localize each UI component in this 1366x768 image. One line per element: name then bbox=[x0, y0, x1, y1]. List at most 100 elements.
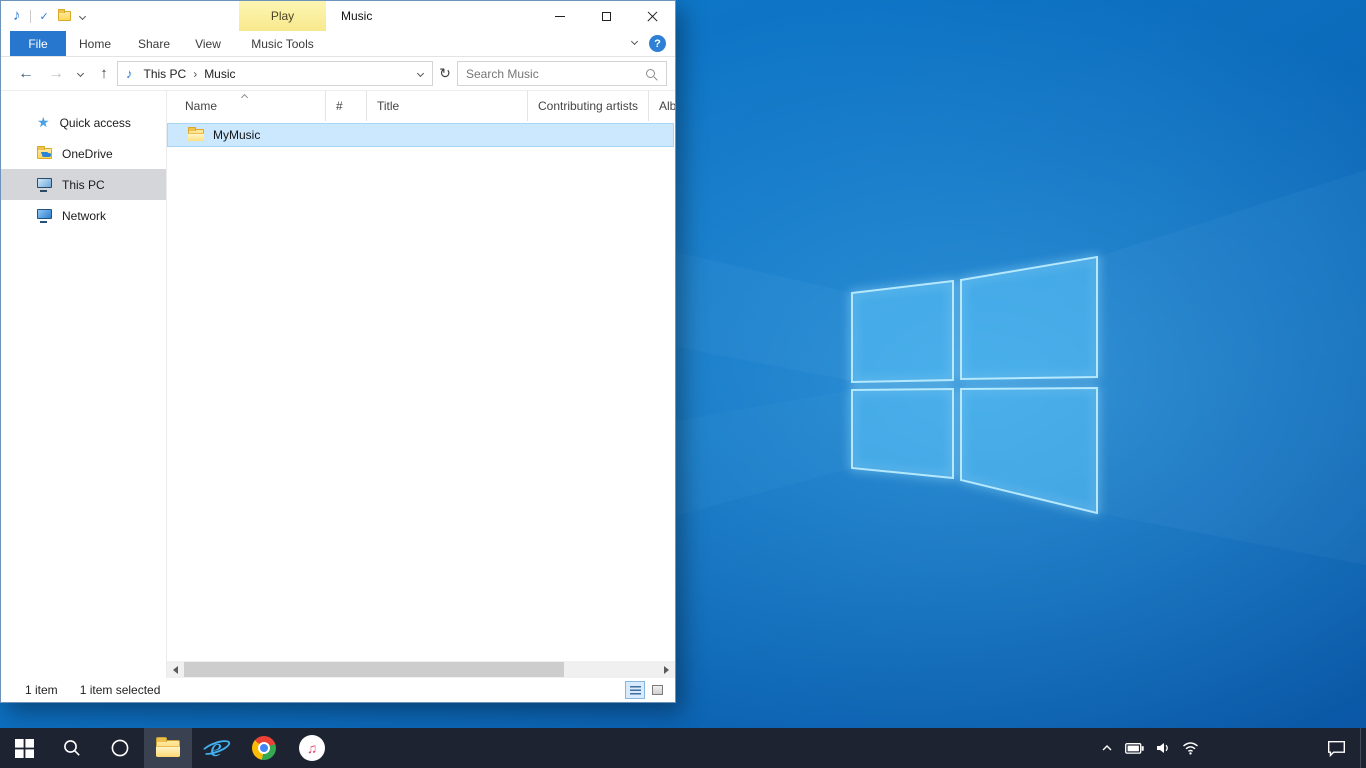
large-icons-view-icon bbox=[652, 685, 663, 695]
toolbar-separator bbox=[30, 10, 31, 23]
file-list-pane: Name # Title Contributing artists Alb bbox=[167, 91, 675, 678]
sidebar-item-label: This PC bbox=[62, 178, 105, 192]
column-headers: Name # Title Contributing artists Alb bbox=[167, 91, 675, 121]
speaker-icon bbox=[1155, 740, 1171, 756]
action-center-icon bbox=[1327, 740, 1346, 757]
column-label: # bbox=[336, 99, 343, 113]
column-label: Title bbox=[377, 99, 399, 113]
selection-count: 1 item selected bbox=[80, 683, 161, 697]
customize-toolbar-chevron-icon[interactable] bbox=[79, 12, 86, 19]
itunes-icon bbox=[299, 735, 325, 761]
column-header-contributing-artists[interactable]: Contributing artists bbox=[528, 91, 649, 121]
forward-button[interactable] bbox=[45, 57, 67, 90]
file-row-mymusic[interactable]: MyMusic bbox=[167, 123, 674, 147]
search-icon bbox=[62, 738, 82, 758]
address-music-icon bbox=[126, 66, 133, 81]
network-button[interactable] bbox=[1179, 728, 1202, 768]
action-center-button[interactable] bbox=[1318, 728, 1354, 768]
close-icon bbox=[647, 11, 658, 22]
address-dropdown-chevron-icon[interactable] bbox=[417, 70, 424, 77]
scrollbar-thumb[interactable] bbox=[184, 662, 564, 677]
back-button[interactable] bbox=[15, 57, 37, 90]
breadcrumb-chevron-icon[interactable]: › bbox=[190, 67, 200, 81]
scroll-right-icon bbox=[664, 666, 669, 674]
sidebar-item-network[interactable]: Network bbox=[1, 200, 166, 231]
search-input[interactable] bbox=[458, 67, 646, 81]
scroll-right-button[interactable] bbox=[658, 661, 675, 678]
expand-ribbon-chevron-icon[interactable] bbox=[631, 38, 638, 45]
cortana-icon bbox=[110, 738, 130, 758]
column-header-number[interactable]: # bbox=[326, 91, 367, 121]
search-box bbox=[457, 61, 667, 86]
sidebar-item-label: OneDrive bbox=[62, 147, 113, 161]
navigation-bar: This PC › Music bbox=[1, 57, 675, 91]
sidebar-item-this-pc[interactable]: This PC bbox=[1, 169, 166, 200]
column-label: Alb bbox=[659, 99, 675, 113]
system-tray bbox=[1095, 728, 1202, 768]
new-folder-icon[interactable] bbox=[58, 11, 71, 21]
taskbar-itunes-button[interactable] bbox=[288, 728, 336, 768]
taskbar-chrome-button[interactable] bbox=[240, 728, 288, 768]
column-header-name[interactable]: Name bbox=[167, 91, 326, 121]
computer-icon bbox=[37, 178, 52, 188]
breadcrumb-music[interactable]: Music bbox=[200, 67, 239, 81]
sort-ascending-icon bbox=[241, 94, 248, 101]
minimize-button[interactable] bbox=[537, 1, 583, 31]
desktop-wallpaper: Play Music File Home Share View Music To… bbox=[0, 0, 1366, 728]
sidebar-item-quick-access[interactable]: Quick access bbox=[1, 107, 166, 138]
quick-access-toolbar bbox=[13, 1, 85, 31]
network-icon bbox=[37, 209, 52, 219]
taskbar-internet-explorer-button[interactable] bbox=[192, 728, 240, 768]
taskbar-search-button[interactable] bbox=[48, 728, 96, 768]
battery-status-button[interactable] bbox=[1123, 728, 1146, 768]
tab-view[interactable]: View bbox=[185, 31, 231, 56]
battery-icon bbox=[1125, 743, 1144, 754]
taskbar bbox=[0, 728, 1366, 768]
file-explorer-window: Play Music File Home Share View Music To… bbox=[0, 0, 676, 703]
search-icon[interactable] bbox=[646, 69, 655, 78]
help-button[interactable]: ? bbox=[649, 35, 666, 52]
taskbar-file-explorer-button[interactable] bbox=[144, 728, 192, 768]
tab-share[interactable]: Share bbox=[129, 31, 179, 56]
properties-icon[interactable] bbox=[40, 7, 49, 25]
window-title: Music bbox=[341, 1, 372, 31]
windows-start-icon bbox=[15, 739, 34, 758]
refresh-button[interactable] bbox=[435, 61, 455, 86]
volume-button[interactable] bbox=[1151, 728, 1174, 768]
sidebar-item-label: Quick access bbox=[60, 116, 131, 130]
details-view-button[interactable] bbox=[625, 681, 645, 699]
maximize-button[interactable] bbox=[583, 1, 629, 31]
file-name: MyMusic bbox=[213, 128, 260, 142]
column-label: Name bbox=[185, 99, 217, 113]
large-icons-view-button[interactable] bbox=[647, 681, 667, 699]
contextual-group-label[interactable]: Music Tools bbox=[239, 31, 326, 56]
column-header-album[interactable]: Alb bbox=[649, 91, 675, 121]
music-note-icon bbox=[13, 7, 21, 25]
horizontal-scrollbar[interactable] bbox=[167, 661, 675, 678]
recent-locations-chevron-icon[interactable] bbox=[73, 57, 87, 90]
address-bar[interactable]: This PC › Music bbox=[117, 61, 433, 86]
chevron-up-icon bbox=[1101, 744, 1113, 752]
navigation-pane: Quick access OneDrive This PC Network bbox=[1, 91, 167, 678]
contextual-tab-play[interactable]: Play bbox=[239, 1, 326, 31]
item-count: 1 item bbox=[25, 683, 58, 697]
internet-explorer-icon bbox=[202, 734, 230, 762]
breadcrumb-this-pc[interactable]: This PC bbox=[140, 67, 191, 81]
cortana-button[interactable] bbox=[96, 728, 144, 768]
tab-home[interactable]: Home bbox=[71, 31, 119, 56]
folder-icon bbox=[188, 129, 204, 141]
sidebar-item-onedrive[interactable]: OneDrive bbox=[1, 138, 166, 169]
ribbon-tab-row: File Home Share View Music Tools ? bbox=[1, 31, 675, 57]
tray-show-hidden-icons-button[interactable] bbox=[1095, 728, 1118, 768]
close-button[interactable] bbox=[629, 1, 675, 31]
tab-file[interactable]: File bbox=[10, 31, 66, 56]
scroll-left-button[interactable] bbox=[167, 661, 184, 678]
up-button[interactable] bbox=[93, 57, 115, 90]
explorer-main: Quick access OneDrive This PC Network bbox=[1, 91, 675, 678]
sidebar-item-label: Network bbox=[62, 209, 106, 223]
column-header-title[interactable]: Title bbox=[367, 91, 528, 121]
title-bar: Play Music bbox=[1, 1, 675, 31]
show-desktop-button[interactable] bbox=[1360, 728, 1366, 768]
file-explorer-icon bbox=[156, 740, 180, 757]
start-button[interactable] bbox=[0, 728, 48, 768]
